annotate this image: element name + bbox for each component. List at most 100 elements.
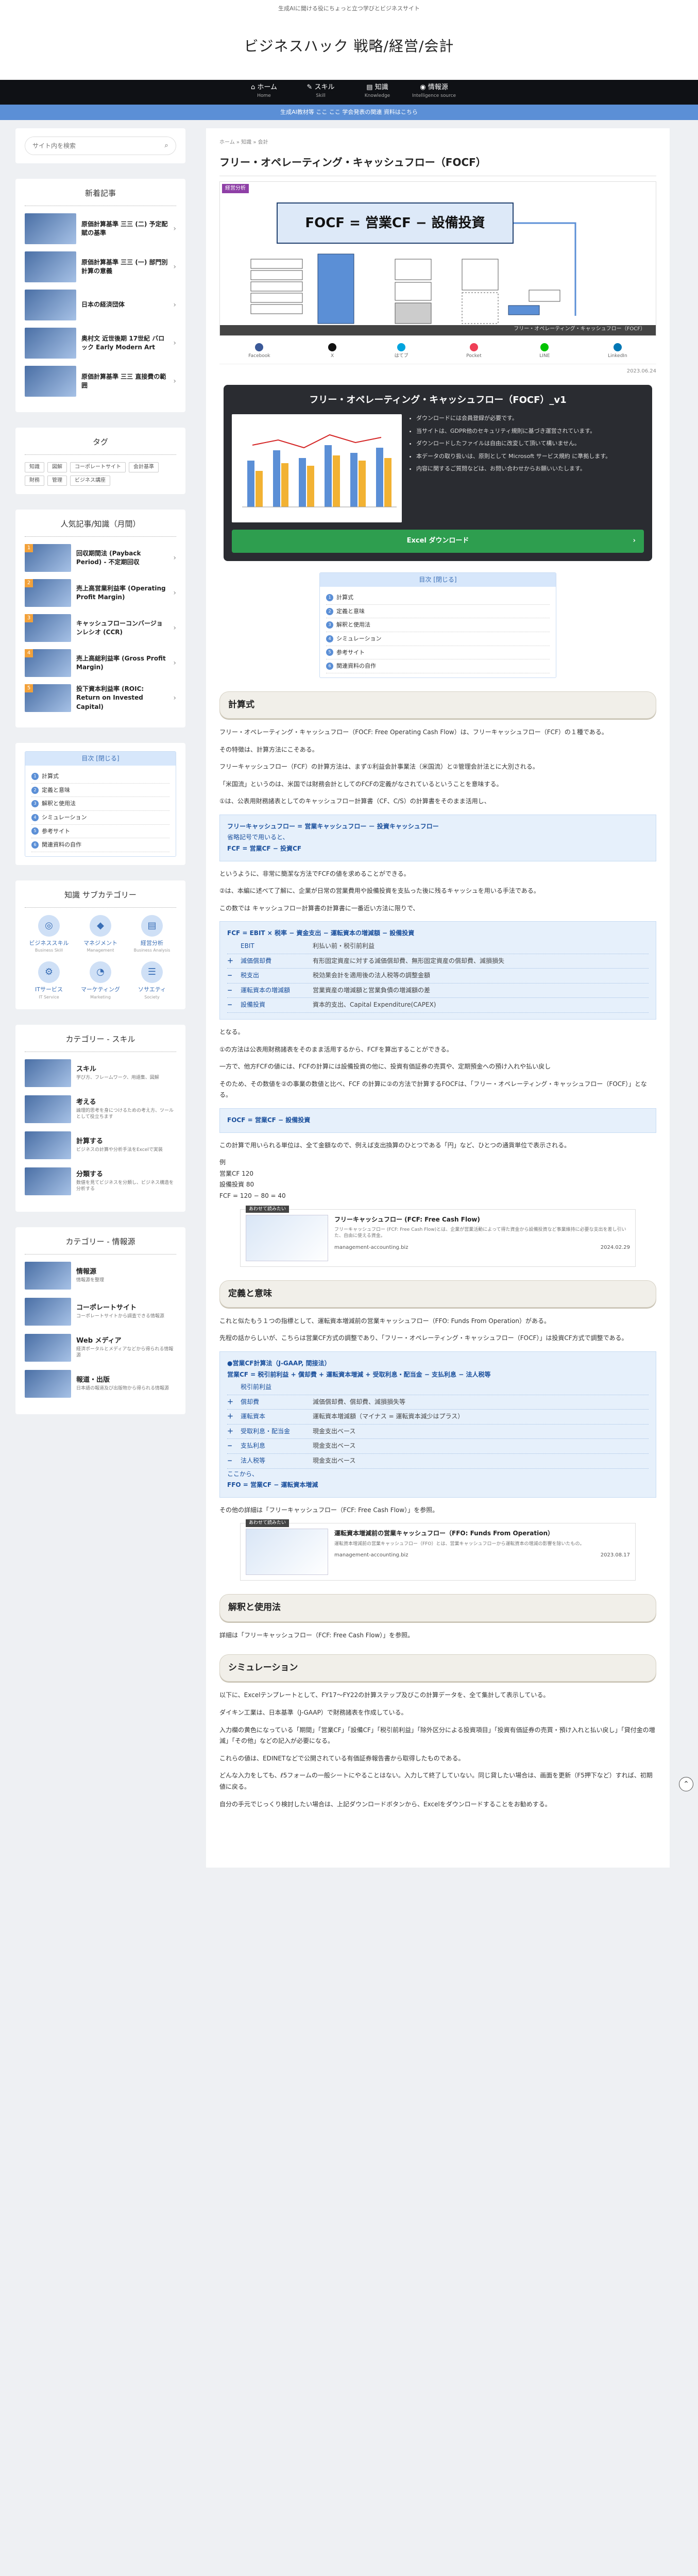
related-label: あわせて読みたい: [246, 1519, 290, 1527]
share-line[interactable]: LINE: [539, 343, 550, 360]
toc-item[interactable]: 4 シミュレーション: [326, 632, 550, 646]
category-row[interactable]: スキル 学び方、フレームワーク、用語集、図解: [25, 1059, 176, 1087]
share-pocket[interactable]: Pocket: [466, 343, 482, 360]
rank-item[interactable]: 1 回収期間法 (Payback Period) - 不定期回収 ›: [25, 544, 176, 572]
category-cell[interactable]: ▤ 経営分析 Business Analysis: [128, 914, 176, 954]
rank-number: 3: [25, 614, 33, 622]
search-icon[interactable]: ⌕: [157, 137, 176, 155]
skill-category-widget: カテゴリー - スキル スキル 学び方、フレームワーク、用語集、図解 考える 論理的…: [15, 1024, 185, 1212]
paragraph: フリー・オペレーティング・キャッシュフロー（FOCF: Free Operati…: [219, 728, 608, 736]
site-title[interactable]: ビジネスハック 戦略/経営/会計: [0, 21, 698, 58]
tag-link[interactable]: 会計基準: [129, 462, 159, 472]
related-card-ffo[interactable]: あわせて読みたい 運転資本増減前の営業キャッシュフロー（FFO: Funds F…: [240, 1519, 636, 1581]
toc-item[interactable]: 5 参考サイト: [326, 646, 550, 660]
toc-item[interactable]: 1 計算式: [326, 591, 550, 605]
hatena-icon: [397, 343, 406, 351]
post-thumbnail[interactable]: [25, 366, 76, 397]
toc-item[interactable]: 2 定義と意味: [31, 784, 169, 798]
category-row[interactable]: 報道・出版 日本語の報道及び出版物から得られる情報源: [25, 1369, 176, 1398]
nav-source[interactable]: ◉ 情報源 Intelligence source: [406, 80, 463, 105]
post-thumbnail[interactable]: [25, 290, 76, 320]
scroll-top-button[interactable]: ⌃: [679, 1777, 693, 1791]
nav-knowledge[interactable]: ▤ 知識 Knowledge: [349, 80, 406, 105]
rank-item[interactable]: 2 売上高営業利益率 (Operating Profit Margin) ›: [25, 579, 176, 607]
article-main: ホーム » 知識 » 会計 フリー・オペレーティング・キャッシュフロー（FOCF…: [206, 128, 693, 1868]
download-note: ダウンロードには会員登録が必要です。: [416, 414, 611, 423]
toc-head[interactable]: 目次 [閉じる]: [25, 752, 176, 766]
toc-item[interactable]: 3 解釈と使用法: [326, 618, 550, 632]
formula-head: ●営業CF計算法（J-GAAP, 間接法）: [227, 1359, 331, 1367]
tag-link[interactable]: ビジネス講座: [70, 476, 110, 486]
category-thumbnail: [25, 1369, 71, 1398]
search-input[interactable]: [25, 137, 157, 155]
category-row[interactable]: コーポレートサイト コーポレートサイトから調査できる情報源: [25, 1297, 176, 1326]
nav-skill[interactable]: ✎ スキル Skill: [293, 80, 349, 105]
category-row[interactable]: 計算する ビジネスの計算や分析手法をExcelで実装: [25, 1131, 176, 1159]
nav-sub: Knowledge: [364, 93, 390, 98]
new-post-item[interactable]: 日本の経済団体 ›: [25, 290, 176, 320]
tag-link[interactable]: 財務: [25, 476, 44, 486]
post-thumbnail[interactable]: [25, 328, 76, 359]
analysis-icon: ▤: [141, 914, 163, 937]
category-row[interactable]: 情報源 情報源を整理: [25, 1261, 176, 1290]
post-thumbnail[interactable]: [25, 251, 76, 282]
subcategory-widget: 知識 サブカテゴリー ◎ ビジネススキル Business Skill ◆ マネジメン…: [15, 880, 185, 1009]
toc-item[interactable]: 3 解釈と使用法: [31, 797, 169, 811]
rank-item[interactable]: 4 売上高総利益率 (Gross Profit Margin) ›: [25, 649, 176, 677]
category-cell[interactable]: ⚙ ITサービス IT Service: [25, 961, 73, 1001]
toc-item[interactable]: 6 関連資料の自作: [31, 838, 169, 852]
toc-dot-icon: 5: [31, 827, 39, 835]
notice-bar[interactable]: 生成AI教材等 ここ ここ 学会発表の関連 資料はこちら: [0, 105, 698, 120]
toc-head[interactable]: 目次 [閉じる]: [320, 572, 556, 587]
paragraph: ①は、公表用財務諸表としてのキャッシュフロー計算書（CF、C/S）の計算書をその…: [219, 798, 490, 805]
tag-link[interactable]: 図解: [47, 462, 67, 472]
top-tagline-bar: 生成AIに聞ける役にちょっと立つ学びとビジネスサイト: [0, 0, 698, 21]
category-desc: 情報源を整理: [76, 1278, 105, 1283]
post-thumbnail[interactable]: [25, 213, 76, 244]
toc-item[interactable]: 4 シミュレーション: [31, 811, 169, 825]
toc-label: 計算式: [336, 594, 353, 601]
category-row[interactable]: 考える 論理的思考を身につけるための考え方、ツールとして役立ちます: [25, 1095, 176, 1123]
toc-list: 1 計算式 2 定義と意味 3 解釈と使用法 4 シミュレーション 5 参考サイト 6 関連…: [25, 766, 176, 856]
toc-item[interactable]: 6 関連資料の自作: [326, 659, 550, 673]
category-cell[interactable]: ◔ マーケティング Marketing: [76, 961, 125, 1001]
related-card-fcf[interactable]: あわせて読みたい フリーキャッシュフロー (FCF: Free Cash Flo…: [240, 1205, 636, 1267]
category-thumbnail: [25, 1261, 71, 1290]
excel-download-button[interactable]: Excel ダウンロード ›: [232, 530, 644, 553]
category-cell[interactable]: ◆ マネジメント Management: [76, 914, 125, 954]
share-linkedin[interactable]: LinkedIn: [608, 343, 627, 360]
hero-caption: フリー・オペレーティング・キャッシュフロー（FOCF）: [220, 325, 656, 335]
rank-number: 1: [25, 544, 33, 552]
formula-row: ＋運転資本 運転資本増減額（マイナス = 運転資本減少はプラス）: [227, 1410, 649, 1425]
category-heading: 考える: [76, 1098, 96, 1107]
tag-link[interactable]: 管理: [47, 476, 67, 486]
rank-item[interactable]: 5 投下資本利益率 (ROIC: Return on Invested Capit…: [25, 684, 176, 712]
notice-text[interactable]: 生成AI教材等 ここ ここ 学会発表の関連 資料はこちら: [280, 109, 418, 115]
category-cell[interactable]: ☰ ソサエティ Society: [128, 961, 176, 1001]
paragraph: ①の方法は公表用財務諸表をそのまま活用するから、FCFを算出することができる。: [219, 1045, 453, 1053]
tag-link[interactable]: 知識: [25, 462, 44, 472]
category-cell[interactable]: ◎ ビジネススキル Business Skill: [25, 914, 73, 954]
category-sub: Business Skill: [35, 948, 63, 953]
share-facebook[interactable]: Facebook: [248, 343, 270, 360]
new-post-item[interactable]: 原価計算基準 三三 (二) 予定配賦の基準 ›: [25, 213, 176, 244]
category-label: マーケティング: [80, 986, 121, 993]
nav-home[interactable]: ⌂ ホーム Home: [236, 80, 293, 105]
rank-item[interactable]: 3 キャッシュフローコンバージョンレシオ (CCR) ›: [25, 614, 176, 642]
post-title: 原価計算基準 三三 (一) 部門別計算の意義: [81, 258, 168, 275]
new-post-item[interactable]: 原価計算基準 三三 (一) 部門別計算の意義 ›: [25, 251, 176, 282]
formula-row: ＋償却費 減価償却費、償却費、減損損失等: [227, 1395, 649, 1410]
toc-item[interactable]: 2 定義と意味: [326, 605, 550, 619]
category-heading: コーポレートサイト: [76, 1304, 137, 1312]
toc-item[interactable]: 5 参考サイト: [31, 825, 169, 839]
share-hatena[interactable]: はてブ: [395, 343, 408, 360]
category-row[interactable]: 分類する 数値を見てビジネスを分類し、ビジネス構造を分析する: [25, 1167, 176, 1195]
category-row[interactable]: Web メディア 経済ポータルとメディアなどから得られる情報源: [25, 1333, 176, 1362]
new-post-item[interactable]: 原価計算基準 三三 直接費の範囲 ›: [25, 366, 176, 397]
paragraph: これらの値は、EDINETなどで公開されている有価証券報告書から取得したものであ…: [219, 1754, 465, 1762]
tag-link[interactable]: コーポレートサイト: [70, 462, 126, 472]
new-post-item[interactable]: 奥村文 近世後期 17世紀 バロック Early Modern Art ›: [25, 328, 176, 359]
breadcrumb[interactable]: ホーム » 知識 » 会計: [219, 139, 656, 147]
toc-item[interactable]: 1 計算式: [31, 770, 169, 784]
share-x[interactable]: X: [328, 343, 337, 360]
